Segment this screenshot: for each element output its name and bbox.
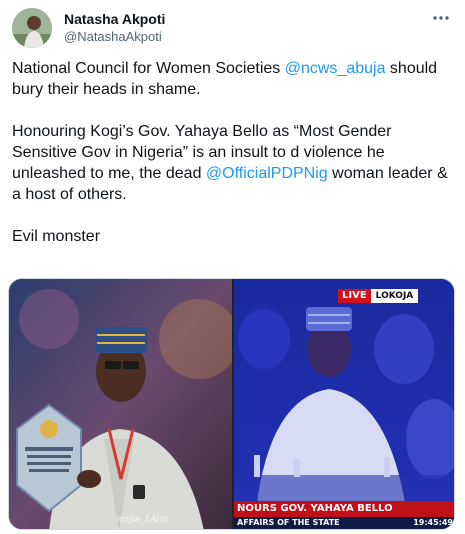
tweet-paragraph: Evil monster <box>12 228 101 245</box>
more-options-icon[interactable] <box>431 10 451 26</box>
photo-watermark: Itopa_1Arts <box>117 515 169 525</box>
news-headline: NOURS GOV. YAHAYA BELLO <box>234 501 454 517</box>
tweet-header: Natasha Akpoti @NatashaAkpoti <box>12 8 453 48</box>
news-lower-third: NOURS GOV. YAHAYA BELLO AFFAIRS OF THE S… <box>234 501 454 529</box>
live-location: LOKOJA <box>370 289 419 303</box>
tweet-text: National Council for Women Societies @nc… <box>12 58 456 247</box>
news-ticker: AFFAIRS OF THE STATE 19:45:49 <box>234 517 454 529</box>
display-name[interactable]: Natasha Akpoti <box>64 10 165 28</box>
avatar[interactable] <box>12 8 52 48</box>
mention-link[interactable]: @ncws_abuja <box>285 60 386 77</box>
tweet-paragraph: Honouring Kogi’s Gov. Yahaya Bello as “M… <box>12 121 456 205</box>
photo-tv-broadcast[interactable]: LIVE LOKOJA NOURS GOV. YAHAYA BELLO AFFA… <box>234 279 454 529</box>
broadcast-time: 19:45:49 <box>413 518 453 527</box>
live-label: LIVE <box>338 289 371 303</box>
tweet-text-span: National Council for Women Societies <box>12 60 285 77</box>
mention-link[interactable]: @OfficialPDPNig <box>206 165 328 182</box>
tweet-paragraph: National Council for Women Societies @nc… <box>12 58 456 100</box>
media-grid: Itopa_1Arts LIVE LOKOJA NOURS GOV. YAHAY… <box>8 278 455 530</box>
user-handle[interactable]: @NatashaAkpoti <box>64 28 165 45</box>
live-badge: LIVE LOKOJA <box>338 289 419 303</box>
news-subline: AFFAIRS OF THE STATE <box>237 518 340 527</box>
photo-award-ceremony[interactable]: Itopa_1Arts <box>9 279 232 529</box>
